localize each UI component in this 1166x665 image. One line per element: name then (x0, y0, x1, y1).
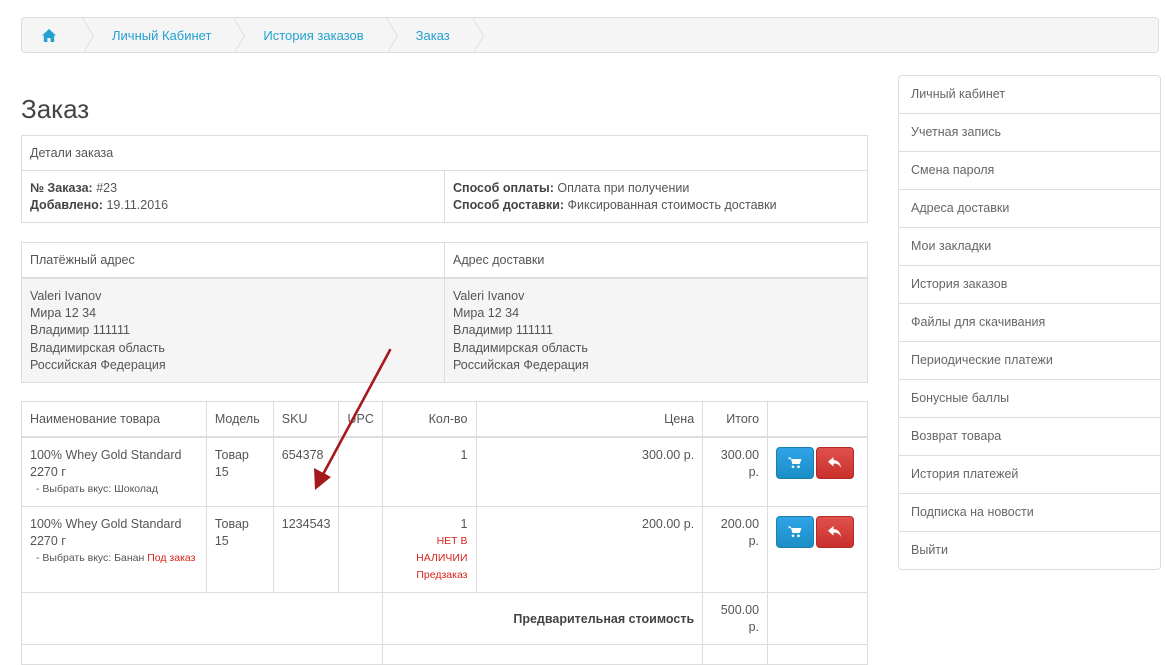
address-line: Владимирская область (30, 340, 165, 355)
product-price: 300.00 р. (475, 436, 704, 507)
order-details-header: Детали заказа (21, 135, 868, 171)
breadcrumb: Личный Кабинет История заказов Заказ (21, 17, 1159, 53)
breadcrumb-order[interactable]: Заказ (386, 18, 484, 52)
product-sku: 1234543 (272, 506, 340, 593)
product-total: 200.00 р. (702, 506, 769, 593)
cart-icon (788, 457, 802, 469)
shipping-address: Valeri Ivanov Мира 12 34 Владимир 111111… (444, 277, 868, 384)
product-qty: 1 (460, 448, 468, 462)
payment-method: Оплата при получении (557, 181, 690, 195)
table-row: 100% Whey Gold Standard 2270 г - Выбрать… (21, 436, 868, 507)
sidebar-item-reward-points[interactable]: Бонусные баллы (899, 380, 1160, 418)
sidebar-item-order-history[interactable]: История заказов (899, 266, 1160, 304)
product-actions (767, 506, 868, 593)
page-title: Заказ (21, 94, 90, 124)
sidebar-item-password[interactable]: Смена пароля (899, 152, 1160, 190)
shipping-method: Фиксированная стоимость доставки (567, 198, 777, 212)
address-line: Владимир 111111 (30, 323, 130, 338)
option-extra: Под заказ (147, 552, 196, 564)
sidebar-item-downloads[interactable]: Файлы для скачивания (899, 304, 1160, 342)
sidebar-item-addresses[interactable]: Адреса доставки (899, 190, 1160, 228)
sidebar-item-transactions[interactable]: История платежей (899, 456, 1160, 494)
product-total: 300.00 р. (702, 436, 769, 507)
breadcrumb-order-history[interactable]: История заказов (233, 18, 398, 52)
subtotal-row: Предварительная стоимость 500.00 р. (21, 592, 868, 645)
column-header-price: Цена (475, 401, 704, 438)
annotation-arrow (314, 348, 392, 490)
home-icon (42, 28, 56, 42)
product-qty: 1 (460, 517, 468, 531)
cart-icon (788, 526, 802, 538)
sidebar-item-wishlist[interactable]: Мои закладки (899, 228, 1160, 266)
order-date-label: Добавлено: (30, 198, 103, 212)
product-option: - Выбрать вкус: Банан Под заказ (30, 550, 198, 567)
column-header-total: Итого (702, 401, 769, 438)
shipping-method-label: Способ доставки: (453, 198, 565, 212)
breadcrumb-account[interactable]: Личный Кабинет (82, 18, 246, 52)
breadcrumb-home[interactable] (22, 18, 94, 52)
column-header-model: Модель (205, 401, 274, 438)
products-table: Наименование товара Модель SKU UPC Кол-в… (21, 401, 868, 665)
option-text: - Выбрать вкус: Шоколад (36, 483, 159, 495)
subtotal-label: Предварительная стоимость (513, 611, 695, 626)
shipping-address-header: Адрес доставки (444, 242, 868, 279)
address-line: Мира 12 34 (453, 306, 520, 321)
product-name-cell: 100% Whey Gold Standard 2270 г - Выбрать… (21, 436, 207, 507)
order-number-label: № Заказа: (30, 181, 93, 195)
order-info-cell: № Заказа: #23 Добавлено: 19.11.2016 (21, 170, 445, 223)
order-details-table: Детали заказа № Заказа: #23 Добавлено: 1… (21, 135, 868, 223)
product-model: Товар 15 (205, 506, 274, 593)
reorder-button[interactable] (776, 516, 815, 548)
reply-icon (828, 457, 842, 468)
sidebar-item-returns[interactable]: Возврат товара (899, 418, 1160, 456)
product-upc (338, 506, 383, 593)
product-name: 100% Whey Gold Standard 2270 г (30, 517, 182, 548)
sidebar-item-newsletter[interactable]: Подписка на новости (899, 494, 1160, 532)
column-header-actions (767, 401, 868, 438)
product-model: Товар 15 (205, 436, 274, 507)
product-actions (767, 436, 868, 507)
option-text: - Выбрать вкус: Банан (36, 552, 145, 564)
next-row (21, 644, 868, 665)
payment-method-label: Способ оплаты: (453, 181, 554, 195)
product-name: 100% Whey Gold Standard 2270 г (30, 448, 182, 479)
reply-icon (828, 526, 842, 537)
stock-status: НЕТ В НАЛИЧИИ (416, 535, 468, 564)
address-line: Российская Федерация (30, 357, 166, 372)
preorder-label: Предзаказ (416, 569, 468, 581)
order-method-cell: Способ оплаты: Оплата при получении Спос… (444, 170, 868, 223)
address-line: Мира 12 34 (30, 306, 97, 321)
sidebar-item-logout[interactable]: Выйти (899, 532, 1160, 569)
subtotal-value: 500.00 р. (702, 592, 769, 645)
payment-address-header: Платёжный адрес (21, 242, 445, 279)
product-price: 200.00 р. (475, 506, 704, 593)
address-table: Платёжный адрес Адрес доставки Valeri Iv… (21, 242, 868, 384)
address-line: Valeri Ivanov (30, 289, 102, 303)
product-option: - Выбрать вкус: Шоколад (30, 481, 198, 498)
return-button[interactable] (816, 447, 855, 479)
address-line: Российская Федерация (453, 357, 589, 372)
address-line: Владимирская область (453, 340, 588, 355)
sidebar-item-profile[interactable]: Учетная запись (899, 114, 1160, 152)
product-qty-cell: 1 НЕТ В НАЛИЧИИ Предзаказ (381, 506, 477, 593)
column-header-name: Наименование товара (21, 401, 207, 438)
order-number: #23 (96, 181, 118, 195)
address-line: Владимир 111111 (453, 323, 553, 338)
table-header-row: Наименование товара Модель SKU UPC Кол-в… (21, 401, 868, 438)
sidebar-item-account[interactable]: Личный кабинет (899, 76, 1160, 114)
table-row: 100% Whey Gold Standard 2270 г - Выбрать… (21, 506, 868, 593)
sidebar-item-recurring[interactable]: Периодические платежи (899, 342, 1160, 380)
return-button[interactable] (816, 516, 855, 548)
order-date: 19.11.2016 (106, 198, 169, 212)
account-sidebar: Личный кабинет Учетная запись Смена паро… (898, 75, 1161, 570)
address-line: Valeri Ivanov (453, 289, 525, 303)
product-name-cell: 100% Whey Gold Standard 2270 г - Выбрать… (21, 506, 207, 593)
reorder-button[interactable] (776, 447, 815, 479)
